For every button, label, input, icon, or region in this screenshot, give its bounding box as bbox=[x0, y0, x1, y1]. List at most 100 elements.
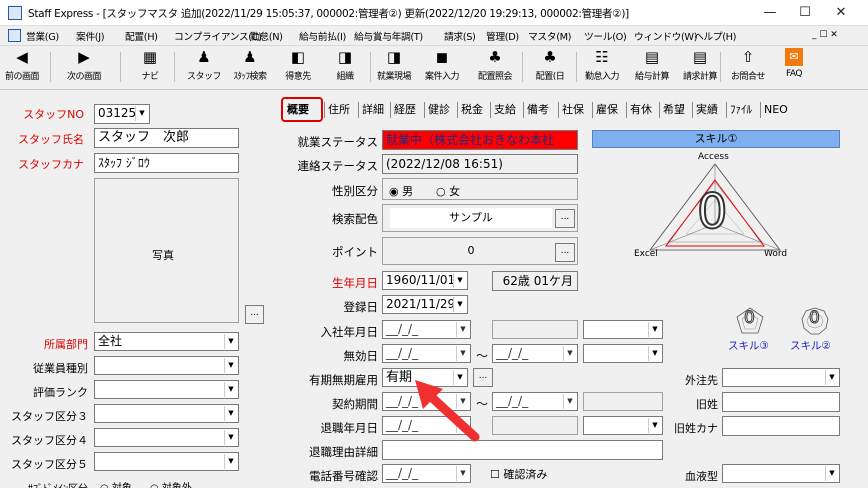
toolbar-button-15[interactable]: ✉ FAQ bbox=[782, 48, 806, 88]
join-extra-select[interactable]: ▼ bbox=[583, 320, 663, 339]
old-kana-field[interactable] bbox=[722, 416, 840, 436]
payroll-icon: ▤ bbox=[644, 48, 660, 66]
toolbar-button-9[interactable]: ♣ 配置照会 bbox=[473, 48, 517, 88]
toolbar-label: 就業現場 bbox=[376, 72, 412, 82]
tab-4[interactable]: 健診 bbox=[428, 100, 450, 120]
toolbar-button-7[interactable]: ◨ 就業現場 bbox=[372, 48, 416, 88]
invalid-date-from[interactable]: __/_/_ ▼ bbox=[382, 344, 471, 363]
chevron-down-icon: ▼ bbox=[224, 430, 237, 445]
tab-separator bbox=[424, 102, 425, 118]
invalid-date-to[interactable]: __/_/_ ▼ bbox=[492, 344, 578, 363]
toolbar-button-2[interactable]: ▦ ナビ bbox=[136, 48, 164, 88]
chevron-down-icon: ▼ bbox=[825, 466, 838, 481]
confirmed-checkbox[interactable]: ☐ 確認済み bbox=[490, 466, 547, 482]
toolbar-button-5[interactable]: ◧ 得意先 bbox=[280, 48, 316, 88]
toolbar-button-4[interactable]: ♟ ｽﾀｯﾌ検索 bbox=[228, 48, 272, 88]
chevron-down-icon: ▼ bbox=[135, 106, 148, 121]
staff-no-label: スタッフNO bbox=[23, 108, 84, 121]
menu-item-8[interactable]: 管理(D) bbox=[486, 29, 519, 43]
staff-no-select[interactable]: 031256 ▼ bbox=[94, 104, 150, 124]
staff-kana-label: スタッフカナ bbox=[18, 158, 84, 171]
tab-14[interactable]: NEO bbox=[764, 100, 788, 120]
tab-separator bbox=[390, 102, 391, 118]
menu-item-0[interactable]: 営業(G) bbox=[26, 29, 59, 43]
menu-item-9[interactable]: マスタ(M) bbox=[528, 29, 571, 43]
blood-type-select[interactable]: ▼ bbox=[722, 464, 840, 483]
chevron-down-icon: ▼ bbox=[648, 418, 661, 433]
toolbar-button-3[interactable]: ♟ スタッフ bbox=[186, 48, 222, 88]
toolbar-button-14[interactable]: ⇧ お問合せ bbox=[726, 48, 770, 88]
employee-type-select[interactable]: ▼ bbox=[94, 356, 239, 375]
old-name-field[interactable] bbox=[722, 392, 840, 412]
tab-5[interactable]: 税金 bbox=[461, 100, 483, 120]
tab-7[interactable]: 備考 bbox=[527, 100, 549, 120]
toolbar-button-6[interactable]: ◨ 組織 bbox=[332, 48, 358, 88]
skill-center-value: 0 bbox=[696, 184, 729, 240]
birth-date-picker[interactable]: 1960/11/01 ▼ bbox=[382, 271, 468, 290]
toolbar-button-8[interactable]: ◼ 案件入力 bbox=[420, 48, 464, 88]
toolbar-button-10[interactable]: ♣ 配置(日 bbox=[528, 48, 572, 88]
menu-item-3[interactable]: コンプライアンス(C) bbox=[174, 29, 262, 43]
skill3-link[interactable]: スキル③ bbox=[728, 338, 769, 353]
contact-status-field[interactable]: (2022/12/08 16:51) bbox=[382, 154, 578, 174]
assignment-day-icon: ♣ bbox=[543, 48, 557, 66]
tab-10[interactable]: 有休 bbox=[630, 100, 652, 120]
staff-category4-select[interactable]: ▼ bbox=[94, 428, 239, 447]
menu-item-1[interactable]: 案件(J) bbox=[76, 29, 105, 43]
cut-option-2[interactable]: ○ 対象外 bbox=[150, 479, 192, 488]
dept-select[interactable]: 全社 ▼ bbox=[94, 332, 239, 351]
tab-11[interactable]: 希望 bbox=[663, 100, 685, 120]
menu-item-12[interactable]: ヘルプ(H) bbox=[694, 29, 736, 43]
outsource-select[interactable]: ▼ bbox=[722, 368, 840, 387]
minimize-button[interactable]: — bbox=[755, 3, 785, 23]
join-date-picker[interactable]: __/_/_ ▼ bbox=[382, 320, 471, 339]
staff-category3-select[interactable]: ▼ bbox=[94, 404, 239, 423]
tab-13[interactable]: ﾌｧｲﾙ bbox=[730, 100, 752, 120]
menu-item-2[interactable]: 配置(H) bbox=[125, 29, 158, 43]
gender-female-radio[interactable]: ○ 女 bbox=[436, 183, 460, 199]
tab-9[interactable]: 雇保 bbox=[596, 100, 618, 120]
staff-kana-field[interactable]: ｽﾀｯﾌ ｼﾞﾛｳ bbox=[94, 153, 239, 173]
toolbar-button-11[interactable]: ☷ 勤怠入力 bbox=[580, 48, 624, 88]
phone-check-date[interactable]: __/_/_ ▼ bbox=[382, 464, 471, 483]
invalid-date-tilde: ～ bbox=[476, 349, 489, 363]
toolbar-button-0[interactable]: ◀ 前の画面 bbox=[2, 48, 42, 88]
point-button[interactable]: ... bbox=[555, 243, 575, 262]
menu-item-11[interactable]: ウィンドウ(W) bbox=[634, 29, 698, 43]
search-color-button[interactable]: ... bbox=[555, 209, 575, 228]
tab-8[interactable]: 社保 bbox=[562, 100, 584, 120]
menu-item-6[interactable]: 給与賞与年調(T) bbox=[354, 29, 423, 43]
cut-option-1[interactable]: ○ 対象 bbox=[100, 479, 132, 488]
toolbar-button-12[interactable]: ▤ 給与計算 bbox=[630, 48, 674, 88]
back-icon: ◀ bbox=[16, 48, 28, 66]
gender-male-radio[interactable]: ◉ 男 bbox=[389, 183, 413, 199]
staff-name-field[interactable]: スタッフ 次郎 bbox=[94, 128, 239, 148]
contract-period-to[interactable]: __/_/_ ▼ bbox=[492, 392, 578, 411]
gender-label: 性別区分 bbox=[332, 184, 378, 198]
outsource-label: 外注先 bbox=[685, 374, 718, 387]
toolbar-button-1[interactable]: ▶ 次の画面 bbox=[60, 48, 108, 88]
mdi-controls[interactable]: _ ☐ ✕ bbox=[812, 30, 838, 40]
retire-extra-select[interactable]: ▼ bbox=[583, 416, 663, 435]
tab-6[interactable]: 支給 bbox=[494, 100, 516, 120]
menu-item-7[interactable]: 請求(S) bbox=[444, 29, 476, 43]
invalid-extra-select[interactable]: ▼ bbox=[583, 344, 663, 363]
skill2-link[interactable]: スキル② bbox=[790, 338, 831, 353]
maximize-button[interactable]: ☐ bbox=[790, 3, 820, 23]
work-status-field[interactable]: 就業中（株式会社おきなわ本社 bbox=[382, 130, 578, 150]
tab-2[interactable]: 詳細 bbox=[362, 100, 384, 120]
staff-category5-select[interactable]: ▼ bbox=[94, 452, 239, 471]
menu-item-10[interactable]: ツール(O) bbox=[584, 29, 627, 43]
photo-browse-button[interactable]: ... bbox=[245, 305, 264, 324]
tab-1[interactable]: 住所 bbox=[328, 100, 350, 120]
menu-item-4[interactable]: 勤怠(N) bbox=[250, 29, 283, 43]
toolbar-button-13[interactable]: ▤ 請求計算 bbox=[678, 48, 722, 88]
registration-date-picker[interactable]: 2021/11/29 ▼ bbox=[382, 295, 468, 314]
rank-select[interactable]: ▼ bbox=[94, 380, 239, 399]
close-button[interactable]: ✕ bbox=[826, 3, 856, 23]
tab-12[interactable]: 実績 bbox=[696, 100, 718, 120]
toolbar-separator bbox=[50, 52, 51, 82]
menu-item-5[interactable]: 給与前払(I) bbox=[299, 29, 346, 43]
skill-header-button[interactable]: スキル① bbox=[592, 130, 840, 148]
tab-3[interactable]: 経歴 bbox=[394, 100, 416, 120]
